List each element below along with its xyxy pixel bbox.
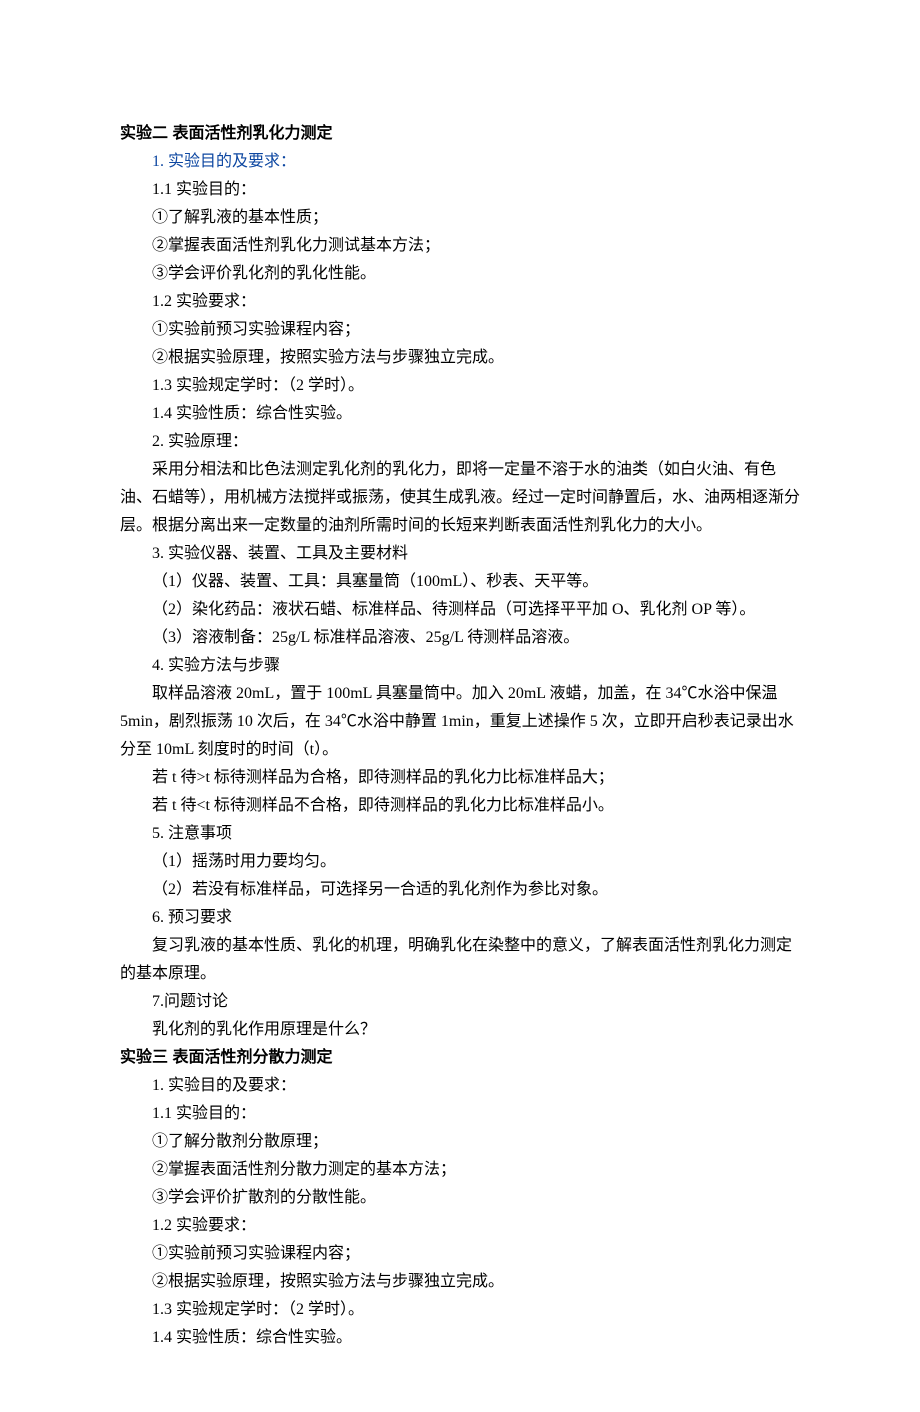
exp3-obj-3: ③学会评价扩散剂的分散性能。 (120, 1184, 800, 1212)
exp3-obj-1: ①了解分散剂分散原理； (120, 1128, 800, 1156)
exp2-s6-p: 复习乳液的基本性质、乳化的机理，明确乳化在染整中的意义，了解表面活性剂乳化力测定… (120, 932, 800, 988)
exp2-obj-2: ②掌握表面活性剂乳化力测试基本方法； (120, 232, 800, 260)
exp2-s7-q: 乳化剂的乳化作用原理是什么？ (120, 1016, 800, 1044)
exp2-section-3: 3. 实验仪器、装置、工具及主要材料 (120, 540, 800, 568)
exp2-1-2: 1.2 实验要求： (120, 288, 800, 316)
exp2-s5-2: （2）若没有标准样品，可选择另一合适的乳化剂作为参比对象。 (120, 876, 800, 904)
exp2-s4-r1: 若 t 待>t 标待测样品为合格，即待测样品的乳化力比标准样品大； (120, 764, 800, 792)
exp3-1-4: 1.4 实验性质：综合性实验。 (120, 1324, 800, 1352)
exp2-1-4: 1.4 实验性质：综合性实验。 (120, 400, 800, 428)
exp3-1-1: 1.1 实验目的： (120, 1100, 800, 1128)
exp3-1-2: 1.2 实验要求： (120, 1212, 800, 1240)
exp2-1-3: 1.3 实验规定学时：（2 学时）。 (120, 372, 800, 400)
exp2-section-4: 4. 实验方法与步骤 (120, 652, 800, 680)
exp2-section-7: 7.问题讨论 (120, 988, 800, 1016)
exp2-section-1: 1. 实验目的及要求： (120, 148, 800, 176)
exp3-title: 实验三 表面活性剂分散力测定 (120, 1044, 800, 1072)
exp2-s3-2: （2）染化药品：液状石蜡、标准样品、待测样品（可选择平平加 O、乳化剂 OP 等… (120, 596, 800, 624)
exp2-section-6: 6. 预习要求 (120, 904, 800, 932)
exp2-obj-3: ③学会评价乳化剂的乳化性能。 (120, 260, 800, 288)
document-page: 实验二 表面活性剂乳化力测定 1. 实验目的及要求： 1.1 实验目的： ①了解… (0, 0, 920, 1412)
exp2-s3-1: （1）仪器、装置、工具：具塞量筒（100mL）、秒表、天平等。 (120, 568, 800, 596)
exp2-s5-1: （1）摇荡时用力要均匀。 (120, 848, 800, 876)
exp3-section-1: 1. 实验目的及要求： (120, 1072, 800, 1100)
exp2-s2-p: 采用分相法和比色法测定乳化剂的乳化力，即将一定量不溶于水的油类（如白火油、有色油… (120, 456, 800, 540)
exp2-obj-1: ①了解乳液的基本性质； (120, 204, 800, 232)
exp2-title: 实验二 表面活性剂乳化力测定 (120, 120, 800, 148)
exp2-s4-r2: 若 t 待<t 标待测样品不合格，即待测样品的乳化力比标准样品小。 (120, 792, 800, 820)
exp2-1-1: 1.1 实验目的： (120, 176, 800, 204)
exp3-obj-2: ②掌握表面活性剂分散力测定的基本方法； (120, 1156, 800, 1184)
exp2-req-1: ①实验前预习实验课程内容； (120, 316, 800, 344)
exp2-section-2: 2. 实验原理： (120, 428, 800, 456)
exp2-req-2: ②根据实验原理，按照实验方法与步骤独立完成。 (120, 344, 800, 372)
exp2-s3-3: （3）溶液制备：25g/L 标准样品溶液、25g/L 待测样品溶液。 (120, 624, 800, 652)
exp2-s4-p: 取样品溶液 20mL，置于 100mL 具塞量筒中。加入 20mL 液蜡，加盖，… (120, 680, 800, 764)
exp3-req-2: ②根据实验原理，按照实验方法与步骤独立完成。 (120, 1268, 800, 1296)
exp3-1-3: 1.3 实验规定学时：（2 学时）。 (120, 1296, 800, 1324)
exp3-req-1: ①实验前预习实验课程内容； (120, 1240, 800, 1268)
exp2-section-5: 5. 注意事项 (120, 820, 800, 848)
